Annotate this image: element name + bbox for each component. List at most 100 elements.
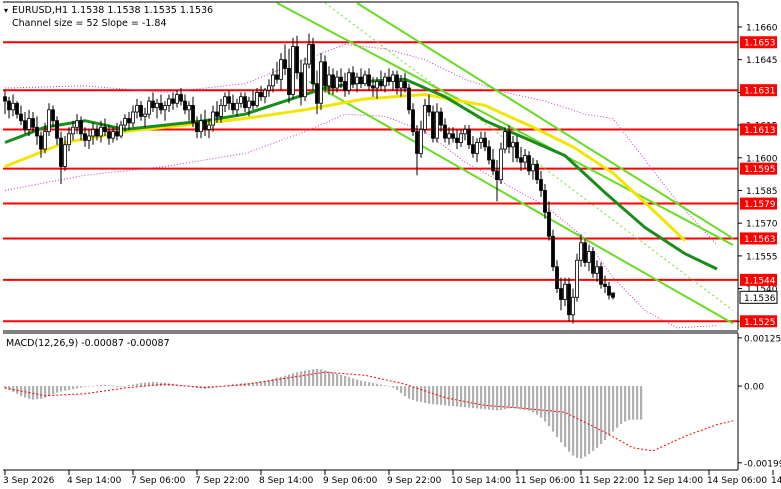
macd-bar — [440, 386, 443, 405]
candle-body — [83, 133, 87, 141]
macd-bar — [112, 385, 115, 387]
macd-bar — [432, 386, 435, 405]
macd-bar — [100, 384, 103, 387]
candle-body — [331, 74, 335, 89]
macd-bar — [488, 386, 491, 410]
candle-body — [159, 102, 163, 111]
candle-body — [63, 144, 67, 167]
candle-body — [295, 46, 299, 74]
macd-bar — [132, 384, 135, 387]
candle-body — [91, 129, 95, 137]
macd-bar — [608, 386, 611, 436]
candle-body — [463, 129, 467, 135]
candle-body — [215, 111, 219, 117]
candle-body — [587, 251, 591, 263]
candle-body — [183, 100, 187, 111]
candle-body — [35, 126, 39, 137]
macd-label: MACD(12,26,9) -0.00087 -0.00087 — [6, 338, 170, 349]
candle-body — [471, 144, 475, 154]
candle-body — [483, 137, 487, 148]
macd-bar — [412, 386, 415, 400]
candle-body — [195, 122, 199, 133]
candle-body — [15, 102, 19, 115]
macd-bar — [616, 386, 619, 428]
candle-body — [231, 102, 235, 111]
candle-body — [299, 72, 303, 98]
candle-body — [443, 124, 447, 139]
candle-body — [199, 120, 203, 133]
macd-bar — [60, 386, 63, 392]
time-tick-label: 3 Sep 2026 — [3, 476, 55, 486]
macd-bar — [640, 386, 643, 420]
candle-body — [495, 170, 499, 180]
price-tick-label: 1.1570 — [746, 220, 778, 230]
candle-body — [191, 105, 195, 124]
macd-bar — [396, 386, 399, 390]
candle-body — [139, 105, 143, 117]
candle-body — [95, 129, 99, 137]
candle-body — [283, 59, 287, 69]
candle-body — [511, 142, 515, 148]
candle-body — [311, 44, 315, 85]
candle-body — [567, 283, 571, 316]
macd-bar — [380, 384, 383, 387]
candle-body — [323, 61, 327, 87]
macd-bar — [580, 386, 583, 459]
macd-bar — [420, 386, 423, 403]
candle-body — [275, 74, 279, 80]
macd-bar — [36, 386, 39, 400]
candle-body — [499, 148, 503, 180]
candle-body — [123, 118, 127, 126]
candle-body — [335, 76, 339, 89]
macd-bar — [84, 386, 87, 387]
candle-body — [399, 81, 403, 89]
macd-tick-label: 0.00 — [744, 383, 764, 393]
candle-body — [227, 96, 231, 104]
chart-window: 1.16601.16451.16301.16151.16001.15851.15… — [0, 0, 781, 489]
candle-body — [423, 105, 427, 130]
candle-body — [51, 109, 55, 122]
candle-body — [531, 163, 535, 172]
macd-bar — [56, 386, 59, 393]
candle-body — [475, 142, 479, 154]
price-tick-label: 1.1585 — [746, 187, 778, 197]
macd-bar — [484, 386, 487, 410]
macd-bar — [632, 386, 635, 420]
candle-body — [371, 85, 375, 89]
candle-body — [559, 288, 563, 300]
macd-bar — [316, 369, 319, 387]
candle-body — [239, 96, 243, 104]
candle-body — [279, 59, 283, 80]
candle-body — [219, 105, 223, 117]
macd-bar — [328, 371, 331, 387]
candle-body — [27, 118, 31, 130]
candle-body — [307, 44, 311, 65]
macd-bar — [512, 386, 515, 409]
candle-body — [579, 242, 583, 261]
candle-body — [479, 137, 483, 143]
macd-bar — [496, 386, 499, 411]
macd-bar — [296, 372, 299, 387]
candle-body — [135, 105, 139, 113]
level-tag-label: 1.1631 — [744, 87, 776, 97]
macd-bar — [444, 386, 447, 406]
candle-body — [599, 266, 603, 285]
macd-bar — [468, 386, 471, 408]
macd-bar — [48, 386, 51, 396]
macd-bar — [308, 369, 311, 387]
macd-bar — [636, 386, 639, 420]
candle-body — [407, 87, 411, 111]
macd-bar — [524, 386, 527, 410]
macd-bar — [492, 386, 495, 410]
macd-bar — [560, 386, 563, 443]
candle-body — [43, 131, 47, 150]
macd-bar — [592, 386, 595, 451]
macd-bar — [144, 382, 147, 387]
macd-bar — [104, 384, 107, 387]
candle-body — [19, 113, 23, 122]
candle-body — [175, 94, 179, 104]
macd-bar — [320, 369, 323, 387]
macd-bar — [508, 386, 511, 409]
candle-body — [447, 133, 451, 139]
candle-body — [539, 179, 543, 191]
